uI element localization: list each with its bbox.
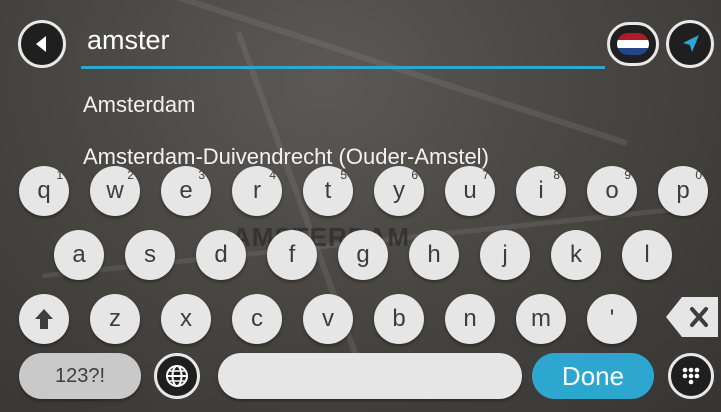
key-label: q: [37, 177, 51, 204]
back-button[interactable]: [18, 20, 66, 68]
key-label: x: [180, 305, 192, 332]
key-label: b: [392, 305, 406, 332]
key-x[interactable]: x: [161, 294, 211, 344]
key-label: a: [72, 241, 86, 268]
key-label: o: [605, 177, 619, 204]
key-h[interactable]: h: [409, 230, 459, 280]
key-label: z: [109, 305, 121, 332]
search-underline: [81, 66, 605, 69]
key-number: 3: [198, 168, 205, 182]
key-number: 7: [482, 168, 489, 182]
key-label: h: [427, 241, 441, 268]
key-label: t: [324, 177, 332, 204]
backspace-key[interactable]: [664, 294, 720, 340]
key-label: g: [356, 241, 370, 268]
key-n[interactable]: n: [445, 294, 495, 344]
backspace-icon: [666, 297, 718, 337]
key-label: j: [502, 241, 508, 268]
key-i[interactable]: i8: [516, 166, 566, 216]
key-label: u: [463, 177, 477, 204]
globe-icon: [166, 365, 188, 387]
key-label: m: [531, 305, 551, 332]
shift-arrow-icon: [35, 309, 53, 329]
back-arrow-icon: [36, 36, 46, 52]
key-p[interactable]: p0: [658, 166, 708, 216]
key-label: k: [570, 241, 582, 268]
language-button[interactable]: [154, 353, 200, 399]
key-number: 2: [127, 168, 134, 182]
key-label: d: [214, 241, 228, 268]
key-o[interactable]: o9: [587, 166, 637, 216]
key-v[interactable]: v: [303, 294, 353, 344]
key-e[interactable]: e3: [161, 166, 211, 216]
netherlands-flag-icon: [617, 33, 649, 55]
key-number: 1: [56, 168, 63, 182]
keypad-button[interactable]: [668, 353, 714, 399]
key-label: ': [609, 305, 615, 332]
navigation-button[interactable]: [666, 20, 714, 68]
key-l[interactable]: l: [622, 230, 672, 280]
key-s[interactable]: s: [125, 230, 175, 280]
key-j[interactable]: j: [480, 230, 530, 280]
key-number: 6: [411, 168, 418, 182]
key-g[interactable]: g: [338, 230, 388, 280]
key-u[interactable]: u7: [445, 166, 495, 216]
key-label: f: [288, 241, 296, 268]
key-t[interactable]: t5: [303, 166, 353, 216]
key-r[interactable]: r4: [232, 166, 282, 216]
key-y[interactable]: y6: [374, 166, 424, 216]
key-c[interactable]: c: [232, 294, 282, 344]
navigation-arrow-icon: [683, 35, 699, 52]
key-label: n: [463, 305, 477, 332]
key-z[interactable]: z: [90, 294, 140, 344]
key-label: i: [538, 177, 544, 204]
country-button[interactable]: [607, 22, 659, 66]
search-screen: AMSTERDAM amster Amsterdam Amsterdam-Dui…: [0, 0, 721, 412]
key-q[interactable]: q1: [19, 166, 69, 216]
key-label: p: [676, 177, 690, 204]
key-label: c: [251, 305, 263, 332]
key-b[interactable]: b: [374, 294, 424, 344]
key-label: e: [179, 177, 193, 204]
keypad-icon: [682, 367, 700, 385]
key-f[interactable]: f: [267, 230, 317, 280]
key-label: r: [253, 177, 261, 204]
key-label: y: [393, 177, 405, 204]
key-label: l: [644, 241, 650, 268]
space-bar[interactable]: [218, 353, 522, 399]
result-item[interactable]: Amsterdam: [83, 92, 195, 118]
key-label: w: [106, 177, 124, 204]
numbers-key[interactable]: 123?!: [19, 353, 141, 399]
key-number: 9: [624, 168, 631, 182]
key-number: 8: [553, 168, 560, 182]
key-label: v: [322, 305, 334, 332]
key-apostrophe[interactable]: ': [587, 294, 637, 344]
key-number: 0: [695, 168, 702, 182]
key-number: 5: [340, 168, 347, 182]
done-button[interactable]: Done: [532, 353, 654, 399]
key-label: s: [144, 241, 156, 268]
shift-key[interactable]: [19, 294, 69, 344]
key-d[interactable]: d: [196, 230, 246, 280]
search-input[interactable]: amster: [87, 25, 170, 56]
result-item[interactable]: Amsterdam-Duivendrecht (Ouder-Amstel): [83, 144, 489, 170]
key-a[interactable]: a: [54, 230, 104, 280]
key-number: 4: [269, 168, 276, 182]
key-m[interactable]: m: [516, 294, 566, 344]
key-w[interactable]: w2: [90, 166, 140, 216]
key-k[interactable]: k: [551, 230, 601, 280]
